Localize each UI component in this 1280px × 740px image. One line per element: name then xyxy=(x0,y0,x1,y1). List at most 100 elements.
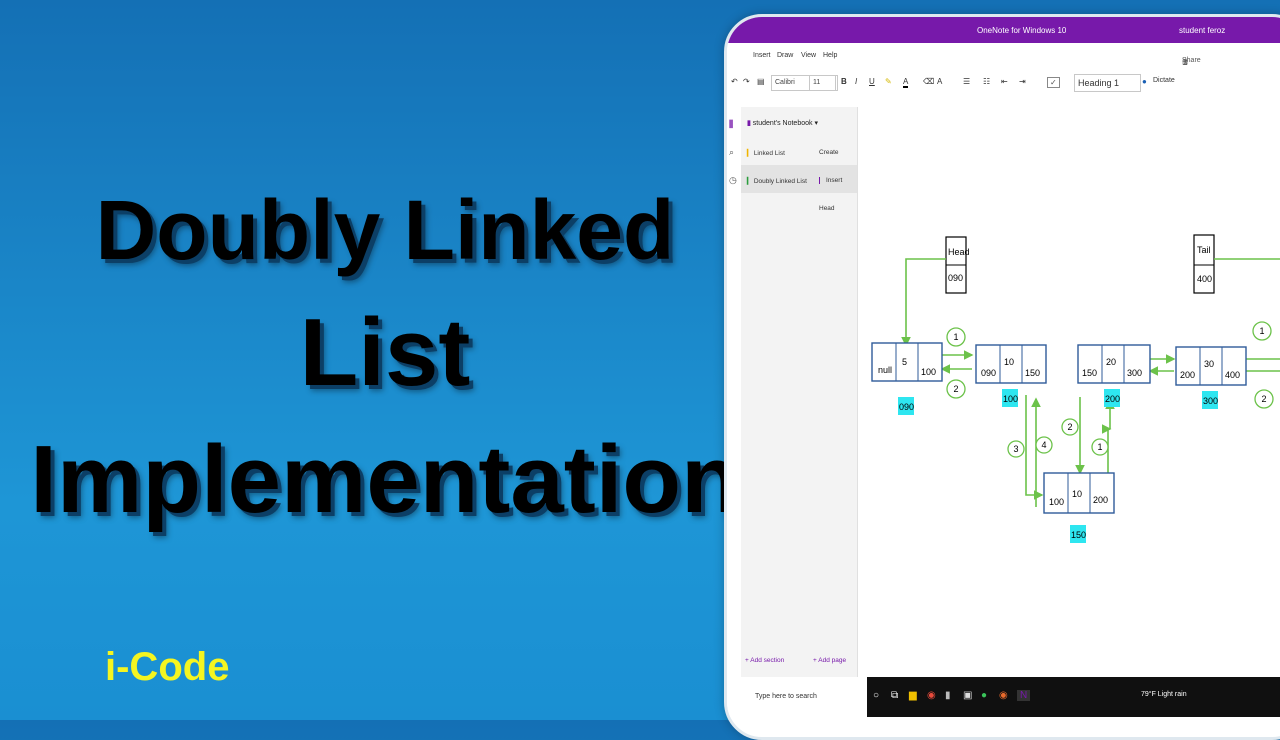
window-titlebar: OneNote for Windows 10 student feroz xyxy=(727,17,1280,43)
section-linked-list[interactable]: ▎ Linked List xyxy=(747,149,785,157)
style-dropdown[interactable]: Heading 1 xyxy=(1074,74,1141,92)
node-data: 10 xyxy=(1004,357,1014,367)
linked-list-diagram: Head 090 Tail 400 1 2 3 4 2 1 1 2 null 5… xyxy=(871,234,1280,543)
outdent-icon[interactable]: ⇤ xyxy=(1001,77,1008,86)
section-doubly-linked-list[interactable]: ▎ Doubly Linked List xyxy=(747,177,807,185)
step-label: 4 xyxy=(1041,440,1046,450)
font-color-icon[interactable]: A xyxy=(903,77,909,88)
head-pointer-box: Head 090 xyxy=(945,236,970,294)
font-size-box[interactable]: 11 xyxy=(809,75,838,91)
node-address: 200 xyxy=(1105,394,1120,404)
step-label: 3 xyxy=(1013,444,1018,454)
node-300: 200 30 400 300 xyxy=(1175,346,1247,409)
notebook-title[interactable]: ▮ student's Notebook ▾ xyxy=(747,119,818,127)
recent-icon[interactable]: ◷ xyxy=(729,175,737,186)
app-icon[interactable]: ▣ xyxy=(963,690,972,701)
window-title: OneNote for Windows 10 xyxy=(977,26,1067,35)
node-prev: 100 xyxy=(1049,497,1064,507)
node-data: 20 xyxy=(1106,357,1116,367)
app-icon[interactable]: ▮ xyxy=(945,690,951,701)
tail-value: 400 xyxy=(1197,274,1212,284)
section-color-tab: ▎ xyxy=(747,150,752,157)
section-color-tab: ▎ xyxy=(747,178,752,185)
page-create[interactable]: Create xyxy=(819,149,839,156)
menu-insert[interactable]: Insert xyxy=(753,52,771,59)
signed-in-user[interactable]: student feroz xyxy=(1179,26,1225,35)
node-next: 200 xyxy=(1093,495,1108,505)
bold-icon[interactable]: B xyxy=(841,77,847,86)
step-label: 1 xyxy=(1259,326,1264,336)
chrome-icon[interactable]: ◉ xyxy=(927,690,936,701)
page-head[interactable]: Head xyxy=(819,205,835,212)
undo-icon[interactable]: ↶ xyxy=(731,77,738,86)
node-data: 10 xyxy=(1072,489,1082,499)
headline-line-3: Implementation xyxy=(30,426,740,533)
styles-icon[interactable]: A xyxy=(937,77,942,86)
node-150: 100 10 200 150 xyxy=(1043,472,1115,543)
onenote-window: OneNote for Windows 10 student feroz Ins… xyxy=(724,14,1280,740)
brand-logo-text: i-Code xyxy=(105,645,230,689)
tail-label: Tail xyxy=(1197,245,1211,255)
step-label: 2 xyxy=(1261,394,1266,404)
underline-icon[interactable]: U xyxy=(869,77,875,86)
node-prev: 200 xyxy=(1180,370,1195,380)
node-next: 300 xyxy=(1127,368,1142,378)
onenote-taskbar-icon[interactable]: N xyxy=(1017,690,1031,701)
file-explorer-icon[interactable]: ▆ xyxy=(909,690,917,701)
taskbar-search[interactable]: Type here to search xyxy=(727,677,867,717)
head-label: Head xyxy=(948,247,970,257)
node-address: 300 xyxy=(1203,396,1218,406)
app-icon[interactable]: ◉ xyxy=(999,690,1008,701)
headline-line-2: List xyxy=(299,299,471,406)
node-data: 30 xyxy=(1204,359,1214,369)
redo-icon[interactable]: ↷ xyxy=(743,77,750,86)
step-label: 1 xyxy=(953,332,958,342)
tail-pointer-box: Tail 400 xyxy=(1193,234,1215,294)
search-icon[interactable]: ⌕ xyxy=(729,147,734,158)
italic-icon[interactable]: I xyxy=(855,77,857,86)
step-label: 2 xyxy=(953,384,958,394)
add-page-button[interactable]: + Add page xyxy=(813,657,846,664)
eraser-icon[interactable]: ⌫ xyxy=(923,77,934,86)
head-value: 090 xyxy=(948,273,963,283)
node-prev: null xyxy=(878,365,892,375)
format-toolbar: ↶ ↷ ▤ Calibri 11 B I U ✎ A ⌫ A ☰ ☷ ⇤ ⇥ ✓… xyxy=(727,65,1280,108)
node-prev: 150 xyxy=(1082,368,1097,378)
step-label: 2 xyxy=(1067,422,1072,432)
node-next: 400 xyxy=(1225,370,1240,380)
menu-bar: Insert Draw View Help ♫ ▯ ◌ ♁ ⇪ Share xyxy=(727,43,1280,67)
menu-draw[interactable]: Draw xyxy=(777,52,793,59)
menu-help[interactable]: Help xyxy=(823,52,837,59)
microphone-icon[interactable]: ● xyxy=(1142,77,1147,86)
numbering-icon[interactable]: ☷ xyxy=(983,77,990,86)
node-data: 5 xyxy=(902,357,907,367)
step-label: 1 xyxy=(1097,442,1102,452)
notebooks-icon[interactable]: ⫼ xyxy=(729,119,733,130)
node-prev: 090 xyxy=(981,368,996,378)
node-address: 100 xyxy=(1003,394,1018,404)
add-section-button[interactable]: + Add section xyxy=(745,657,784,664)
node-100: 090 10 150 100 xyxy=(975,344,1047,407)
highlight-icon[interactable]: ✎ xyxy=(885,77,892,86)
notebook-sidebar: ▮ student's Notebook ▾ ▎ Linked List ▎ D… xyxy=(741,107,858,692)
dictate-button[interactable]: Dictate xyxy=(1153,77,1175,84)
share-button[interactable]: Share xyxy=(1182,57,1201,64)
node-next: 150 xyxy=(1025,368,1040,378)
node-200: 150 20 300 200 xyxy=(1077,344,1151,407)
note-canvas[interactable]: Head 090 Tail 400 1 2 3 4 2 1 1 2 null 5… xyxy=(858,107,1280,692)
task-view-icon[interactable]: ⧉ xyxy=(891,690,898,701)
app-icon[interactable]: ● xyxy=(981,690,987,701)
node-090: null 5 100 090 xyxy=(871,342,943,415)
clipboard-icon[interactable]: ▤ xyxy=(757,77,765,86)
cortana-icon[interactable]: ○ xyxy=(873,690,879,701)
nav-rail: ⫼ ⌕ ◷ xyxy=(727,107,742,692)
todo-checkbox-icon[interactable]: ✓ xyxy=(1047,77,1060,88)
node-address: 150 xyxy=(1071,530,1086,540)
menu-view[interactable]: View xyxy=(801,52,816,59)
indent-icon[interactable]: ⇥ xyxy=(1019,77,1026,86)
weather-status[interactable]: 79°F Light rain xyxy=(1141,691,1187,698)
page-insert[interactable]: Insert xyxy=(819,177,842,184)
headline-line-1: Doubly Linked xyxy=(95,183,675,277)
node-next: 100 xyxy=(921,367,936,377)
bullets-icon[interactable]: ☰ xyxy=(963,77,970,86)
